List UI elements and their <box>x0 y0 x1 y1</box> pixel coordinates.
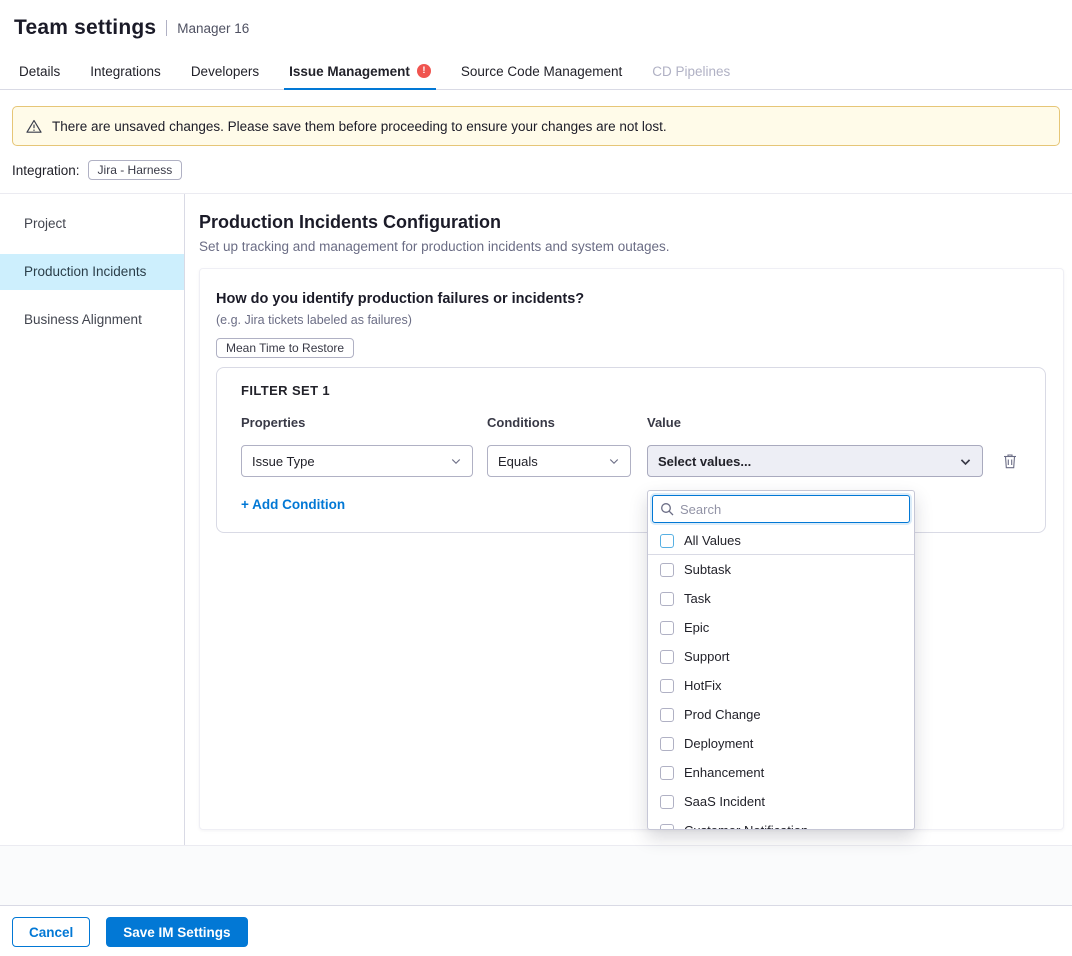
chevron-down-icon <box>608 455 620 467</box>
option-all-values[interactable]: All Values <box>648 527 914 555</box>
option-checkbox[interactable] <box>660 592 674 606</box>
integration-chip: Jira - Harness <box>88 160 183 180</box>
option-checkbox[interactable] <box>660 708 674 722</box>
option-label: Support <box>684 649 730 664</box>
option-checkbox[interactable] <box>660 824 674 831</box>
tab-cd-pipelines: CD Pipelines <box>637 53 745 89</box>
filter-row: Issue Type Equals Select v <box>241 445 1021 477</box>
team-name: Manager 16 <box>177 21 249 36</box>
option-saas-incident[interactable]: SaaS Incident <box>648 787 914 816</box>
search-icon <box>660 502 674 516</box>
property-select-value: Issue Type <box>252 454 315 469</box>
tab-integrations[interactable]: Integrations <box>75 53 176 89</box>
mttr-chip[interactable]: Mean Time to Restore <box>216 338 354 358</box>
tab-details[interactable]: Details <box>4 53 75 89</box>
question-hint: (e.g. Jira tickets labeled as failures) <box>216 313 1047 327</box>
option-label: All Values <box>684 533 741 548</box>
value-dropdown-menu: All Values Subtask Task Epic Support Hot… <box>647 490 915 830</box>
value-header: Value <box>647 415 983 430</box>
tab-source-code-management[interactable]: Source Code Management <box>446 53 637 89</box>
option-enhancement[interactable]: Enhancement <box>648 758 914 787</box>
option-label: Prod Change <box>684 707 761 722</box>
title-divider <box>166 20 167 36</box>
option-label: HotFix <box>684 678 722 693</box>
value-placeholder: Select values... <box>658 454 751 469</box>
chevron-down-icon <box>450 455 462 467</box>
section-subtitle: Set up tracking and management for produ… <box>199 239 1064 254</box>
main-panel: Production Incidents Configuration Set u… <box>185 194 1072 845</box>
filter-set-title: FILTER SET 1 <box>241 383 1021 398</box>
dropdown-search <box>652 495 910 523</box>
unsaved-changes-banner: There are unsaved changes. Please save t… <box>12 106 1060 146</box>
tab-bar: Details Integrations Developers Issue Ma… <box>0 53 1072 90</box>
footer-actions: Cancel Save IM Settings <box>0 905 1072 956</box>
option-label: Customer Notification <box>684 823 808 830</box>
section-title: Production Incidents Configuration <box>199 212 1064 233</box>
cancel-button[interactable]: Cancel <box>12 917 90 947</box>
option-label: Enhancement <box>684 765 764 780</box>
option-prod-change[interactable]: Prod Change <box>648 700 914 729</box>
conditions-header: Conditions <box>487 415 631 430</box>
option-checkbox[interactable] <box>660 650 674 664</box>
option-checkbox[interactable] <box>660 621 674 635</box>
property-select[interactable]: Issue Type <box>241 445 473 477</box>
tab-issue-management[interactable]: Issue Management ! <box>274 53 446 89</box>
option-checkbox[interactable] <box>660 795 674 809</box>
unsaved-changes-badge: ! <box>417 64 431 78</box>
filter-column-headers: Properties Conditions Value <box>241 415 1021 430</box>
sidebar-item-project[interactable]: Project <box>0 206 184 242</box>
delete-filter-row-button[interactable] <box>1003 445 1017 472</box>
settings-sidebar: Project Production Incidents Business Al… <box>0 194 185 845</box>
all-values-checkbox[interactable] <box>660 534 674 548</box>
option-label: Subtask <box>684 562 731 577</box>
option-label: SaaS Incident <box>684 794 765 809</box>
option-checkbox[interactable] <box>660 563 674 577</box>
tab-label: Issue Management <box>289 64 410 79</box>
option-customer-notification[interactable]: Customer Notification <box>648 816 914 830</box>
integration-label: Integration: <box>12 163 80 178</box>
option-checkbox[interactable] <box>660 679 674 693</box>
value-multiselect[interactable]: Select values... <box>647 445 983 477</box>
search-input[interactable] <box>652 495 910 523</box>
option-label: Task <box>684 591 711 606</box>
trash-icon <box>1003 457 1017 472</box>
banner-text: There are unsaved changes. Please save t… <box>52 119 667 134</box>
sidebar-item-business-alignment[interactable]: Business Alignment <box>0 302 184 338</box>
tab-developers[interactable]: Developers <box>176 53 274 89</box>
warning-icon <box>26 119 42 134</box>
option-checkbox[interactable] <box>660 737 674 751</box>
condition-select-value: Equals <box>498 454 538 469</box>
option-label: Epic <box>684 620 709 635</box>
option-task[interactable]: Task <box>648 584 914 613</box>
page-title: Team settings <box>14 16 156 40</box>
save-im-settings-button[interactable]: Save IM Settings <box>106 917 247 947</box>
option-deployment[interactable]: Deployment <box>648 729 914 758</box>
option-label: Deployment <box>684 736 753 751</box>
add-condition-button[interactable]: + Add Condition <box>241 497 345 512</box>
option-support[interactable]: Support <box>648 642 914 671</box>
incidents-config-card: How do you identify production failures … <box>199 268 1064 830</box>
option-epic[interactable]: Epic <box>648 613 914 642</box>
team-settings-page: Team settings Manager 16 Details Integra… <box>0 0 1072 956</box>
bottom-band <box>0 845 1072 905</box>
integration-row: Integration: Jira - Harness <box>12 159 1060 181</box>
page-header: Team settings Manager 16 <box>0 0 1072 53</box>
option-hotfix[interactable]: HotFix <box>648 671 914 700</box>
option-subtask[interactable]: Subtask <box>648 555 914 584</box>
condition-select[interactable]: Equals <box>487 445 631 477</box>
filter-set-1: FILTER SET 1 Properties Conditions Value… <box>216 367 1046 533</box>
option-checkbox[interactable] <box>660 766 674 780</box>
chevron-down-icon <box>959 455 972 468</box>
properties-header: Properties <box>241 415 473 430</box>
question-title: How do you identify production failures … <box>216 291 1047 307</box>
sidebar-item-production-incidents[interactable]: Production Incidents <box>0 254 184 290</box>
